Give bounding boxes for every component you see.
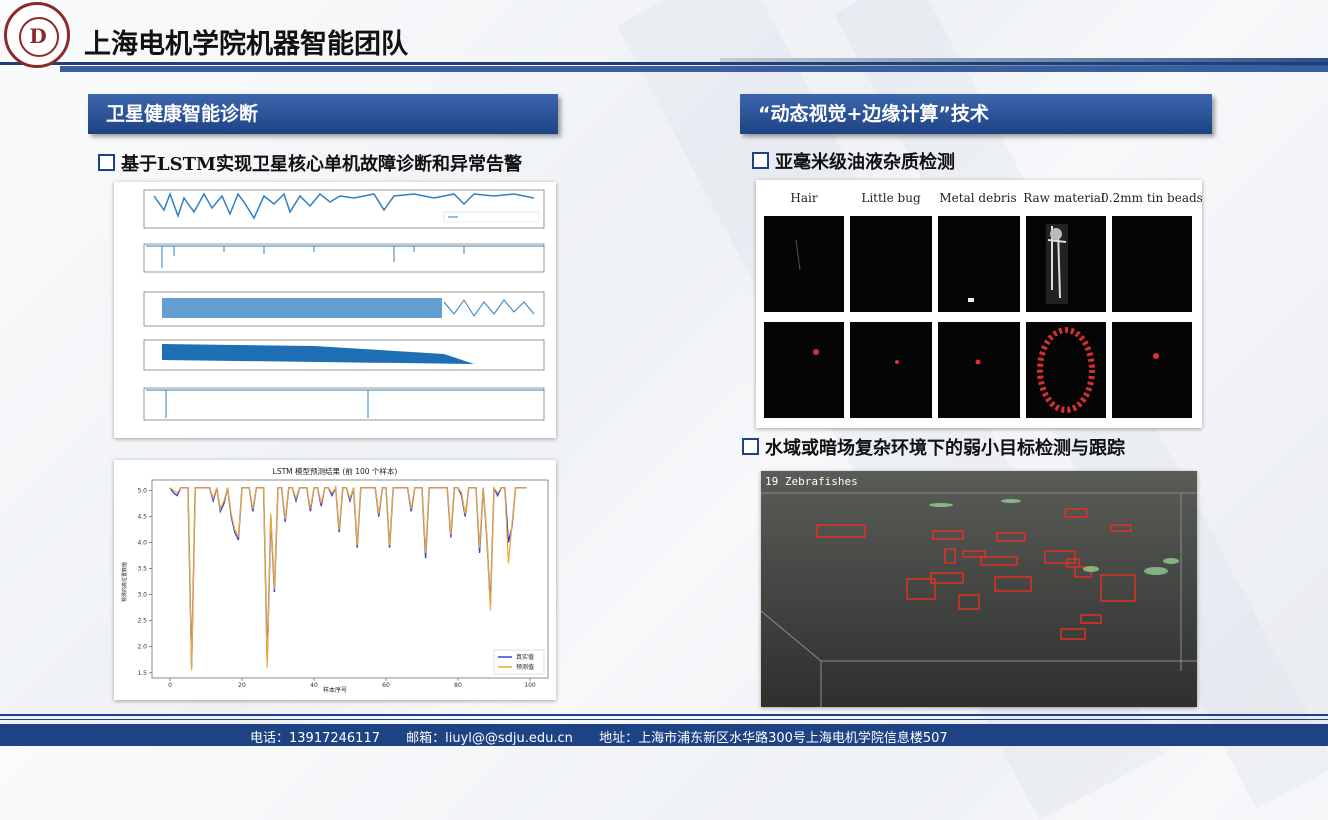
telemetry-subplot-4 bbox=[143, 339, 545, 371]
x-tick-label: 80 bbox=[454, 682, 462, 689]
column-label-little-bug: Little bug bbox=[861, 191, 921, 205]
column-label-tin-beads: 0.2mm tin beads bbox=[1101, 191, 1202, 205]
series-lines bbox=[169, 485, 527, 671]
footer-divider bbox=[0, 714, 1328, 720]
axis-ticks: 1.5 2.0 2.5 3.0 3.5 4.0 4.5 5.0 0 20 40 60 80 100 bbox=[137, 487, 535, 689]
chart-xlabel: 样本序号 bbox=[323, 686, 347, 694]
legend-label-pred: 预测值 bbox=[516, 663, 534, 671]
bullet-zebrafish-text: 水域或暗场复杂环境下的弱小目标检测与跟踪 bbox=[765, 438, 1125, 459]
bullet-oil: 亚毫米级油液杂质检测 bbox=[752, 148, 955, 174]
zebrafish-count-label: 19 Zebrafishes bbox=[765, 475, 858, 488]
bullet-square-icon bbox=[752, 152, 769, 169]
y-tick-label: 2.5 bbox=[137, 618, 147, 625]
lstm-prediction-chart: LSTM 模型预测结果 (前 100 个样本) 样本序号 预测的高位置数值 1.… bbox=[121, 466, 549, 694]
y-tick-label: 2.0 bbox=[137, 644, 147, 651]
telemetry-subplot-5 bbox=[143, 387, 545, 421]
x-tick-label: 40 bbox=[310, 682, 318, 689]
telemetry-subplot-2 bbox=[143, 243, 545, 273]
y-tick-label: 4.5 bbox=[137, 513, 147, 520]
x-tick-label: 0 bbox=[168, 682, 172, 689]
y-tick-label: 1.5 bbox=[137, 670, 147, 677]
oil-detection-grid: Hair Little bug Metal debris Raw materia… bbox=[764, 191, 1202, 418]
column-label-metal-debris: Metal debris bbox=[939, 191, 1016, 205]
telemetry-subplot-3 bbox=[143, 291, 545, 327]
footer-email[interactable]: 邮箱：liuyl@@sdju.edu.cn bbox=[406, 731, 573, 746]
detection-frames-row bbox=[764, 322, 1192, 418]
telemetry-chart-panel bbox=[114, 182, 556, 438]
bullet-oil-text: 亚毫米级油液杂质检测 bbox=[775, 152, 955, 173]
header-divider bbox=[60, 66, 1328, 72]
series-line-actual bbox=[169, 485, 527, 668]
zebrafish-tracking-panel: 19 Zebrafishes bbox=[761, 471, 1197, 707]
x-tick-label: 100 bbox=[524, 682, 536, 689]
column-label-hair: Hair bbox=[790, 191, 817, 205]
legend-label-actual: 真实值 bbox=[516, 653, 534, 661]
section-title-satellite: 卫星健康智能诊断 bbox=[88, 94, 558, 134]
chart-legend: 真实值 预测值 bbox=[493, 649, 545, 675]
page-title: 上海电机学院机器智能团队 bbox=[84, 29, 408, 60]
bullet-square-icon bbox=[742, 438, 759, 455]
y-tick-label: 5.0 bbox=[137, 487, 147, 494]
chart-ylabel: 预测的高位置数值 bbox=[121, 562, 128, 602]
header: D 上海电机学院机器智能团队 bbox=[0, 0, 1328, 72]
lstm-chart-panel: LSTM 模型预测结果 (前 100 个样本) 样本序号 预测的高位置数值 1.… bbox=[114, 460, 556, 700]
chart-title: LSTM 模型预测结果 (前 100 个样本) bbox=[273, 466, 398, 476]
footer-phone: 电话：13917246117 bbox=[250, 731, 380, 746]
x-tick-label: 20 bbox=[238, 682, 246, 689]
footer-contact: 电话：13917246117 邮箱：liuyl@@sdju.edu.cn 地址：… bbox=[250, 727, 970, 746]
section-title-vision: “动态视觉+边缘计算”技术 bbox=[740, 94, 1212, 134]
y-tick-label: 3.5 bbox=[137, 566, 147, 573]
bullet-zebrafish: 水域或暗场复杂环境下的弱小目标检测与跟踪 bbox=[742, 434, 1125, 460]
logo-mark: D bbox=[29, 24, 47, 48]
footer-address: 地址：上海市浦东新区水华路300号上海电机学院信息楼507 bbox=[599, 731, 948, 746]
oil-detection-panel: Hair Little bug Metal debris Raw materia… bbox=[756, 180, 1202, 428]
telemetry-subplot-1 bbox=[143, 189, 545, 229]
zebrafish-tracking-image: 19 Zebrafishes bbox=[761, 471, 1197, 707]
university-logo: D bbox=[4, 2, 70, 68]
y-tick-label: 3.0 bbox=[137, 592, 147, 599]
series-line-predicted bbox=[169, 485, 527, 671]
event-frames-row bbox=[764, 216, 1192, 312]
x-tick-label: 60 bbox=[382, 682, 390, 689]
column-label-raw-material: Raw material bbox=[1023, 191, 1105, 205]
header-divider bbox=[0, 62, 1328, 65]
bullet-square-icon bbox=[98, 154, 115, 171]
telemetry-chart bbox=[143, 189, 545, 421]
bullet-lstm-text: 基于LSTM实现卫星核心单机故障诊断和异常告警 bbox=[121, 154, 522, 175]
bullet-lstm: 基于LSTM实现卫星核心单机故障诊断和异常告警 bbox=[98, 150, 522, 176]
y-tick-label: 4.0 bbox=[137, 540, 147, 547]
